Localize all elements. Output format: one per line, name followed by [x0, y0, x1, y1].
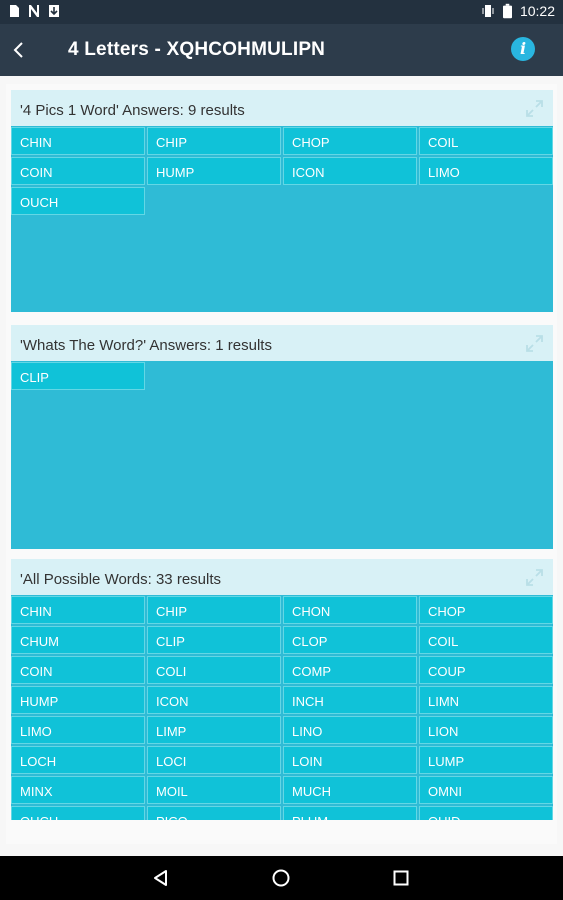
- section-body[interactable]: CHIN CHIP CHON CHOP CHUM CLIP CLOP COIL …: [11, 595, 553, 820]
- word-cell[interactable]: COIN: [11, 157, 145, 185]
- expand-icon[interactable]: [526, 100, 543, 117]
- word-cell[interactable]: MOIL: [147, 776, 281, 804]
- word-cell[interactable]: INCH: [283, 686, 417, 714]
- word-cell[interactable]: OUCH: [11, 187, 145, 215]
- word-cell[interactable]: CHIN: [11, 127, 145, 155]
- word-cell[interactable]: LOCI: [147, 746, 281, 774]
- word-cell[interactable]: CLIP: [147, 626, 281, 654]
- section-all-possible-words: 'All Possible Words: 33 results CHIN CHI…: [11, 559, 553, 820]
- word-cell[interactable]: LOCH: [11, 746, 145, 774]
- word-grid: CHIN CHIP CHOP COIL COIN HUMP ICON LIMO …: [11, 126, 553, 215]
- word-cell[interactable]: HUMP: [147, 157, 281, 185]
- section-4pics-1word: '4 Pics 1 Word' Answers: 9 results CHIN …: [11, 90, 553, 312]
- section-title: 'All Possible Words: 33 results: [20, 571, 221, 588]
- section-header: 'All Possible Words: 33 results: [11, 559, 553, 595]
- word-cell[interactable]: CHIP: [147, 127, 281, 155]
- word-cell[interactable]: COMP: [283, 656, 417, 684]
- word-cell[interactable]: LOIN: [283, 746, 417, 774]
- word-cell[interactable]: CHON: [283, 596, 417, 624]
- n-icon: [29, 5, 39, 17]
- section-header: 'Whats The Word?' Answers: 1 results: [11, 325, 553, 361]
- word-cell[interactable]: ICON: [147, 686, 281, 714]
- word-cell[interactable]: LIMO: [419, 157, 553, 185]
- info-icon[interactable]: i: [511, 37, 535, 61]
- section-whats-the-word: 'Whats The Word?' Answers: 1 results CLI…: [11, 325, 553, 549]
- word-cell[interactable]: COIL: [419, 626, 553, 654]
- word-cell[interactable]: COIN: [11, 656, 145, 684]
- expand-icon[interactable]: [526, 569, 543, 586]
- download-icon: [49, 5, 59, 17]
- word-cell[interactable]: LIMO: [11, 716, 145, 744]
- word-cell[interactable]: LUMP: [419, 746, 553, 774]
- word-cell[interactable]: COIL: [419, 127, 553, 155]
- expand-icon[interactable]: [526, 335, 543, 352]
- word-cell[interactable]: LINO: [283, 716, 417, 744]
- word-cell[interactable]: PICO: [147, 806, 281, 820]
- word-cell[interactable]: CHOP: [419, 596, 553, 624]
- home-nav-icon[interactable]: [271, 868, 291, 888]
- navigation-bar: [0, 856, 563, 900]
- word-cell[interactable]: MUCH: [283, 776, 417, 804]
- content-area[interactable]: '4 Pics 1 Word' Answers: 9 results CHIN …: [0, 76, 563, 856]
- word-cell[interactable]: CLIP: [11, 362, 145, 390]
- word-cell[interactable]: COUP: [419, 656, 553, 684]
- word-grid: CHIN CHIP CHON CHOP CHUM CLIP CLOP COIL …: [11, 595, 553, 820]
- word-cell[interactable]: CHOP: [283, 127, 417, 155]
- word-cell[interactable]: PLUM: [283, 806, 417, 820]
- word-cell[interactable]: CHUM: [11, 626, 145, 654]
- word-cell[interactable]: CHIN: [11, 596, 145, 624]
- word-cell[interactable]: LIMN: [419, 686, 553, 714]
- section-title: '4 Pics 1 Word' Answers: 9 results: [20, 102, 245, 119]
- page-title: 4 Letters - XQHCOHMULIPN: [68, 39, 326, 60]
- word-cell[interactable]: LIMP: [147, 716, 281, 744]
- word-cell[interactable]: CHIP: [147, 596, 281, 624]
- word-cell[interactable]: CLOP: [283, 626, 417, 654]
- word-cell[interactable]: OUCH: [11, 806, 145, 820]
- vibrate-icon: [482, 5, 494, 17]
- section-header: '4 Pics 1 Word' Answers: 9 results: [11, 90, 553, 126]
- word-cell[interactable]: ICON: [283, 157, 417, 185]
- status-time: 10:22: [519, 3, 555, 19]
- notification-icon: [10, 5, 19, 17]
- section-body: CHIN CHIP CHOP COIL COIN HUMP ICON LIMO …: [11, 126, 553, 312]
- word-grid: CLIP: [11, 361, 553, 390]
- back-nav-icon[interactable]: [151, 868, 171, 888]
- section-body: CLIP: [11, 361, 553, 549]
- status-bar: 10:22: [0, 0, 563, 24]
- word-cell[interactable]: LION: [419, 716, 553, 744]
- word-cell[interactable]: QUID: [419, 806, 553, 820]
- word-cell[interactable]: COLI: [147, 656, 281, 684]
- word-cell[interactable]: HUMP: [11, 686, 145, 714]
- battery-icon: [502, 3, 512, 19]
- arrow-back-icon[interactable]: [8, 38, 32, 62]
- app-bar: 4 Letters - XQHCOHMULIPN i: [0, 24, 563, 76]
- section-title: 'Whats The Word?' Answers: 1 results: [20, 337, 272, 354]
- word-cell[interactable]: OMNI: [419, 776, 553, 804]
- recents-nav-icon[interactable]: [391, 868, 411, 888]
- word-cell[interactable]: MINX: [11, 776, 145, 804]
